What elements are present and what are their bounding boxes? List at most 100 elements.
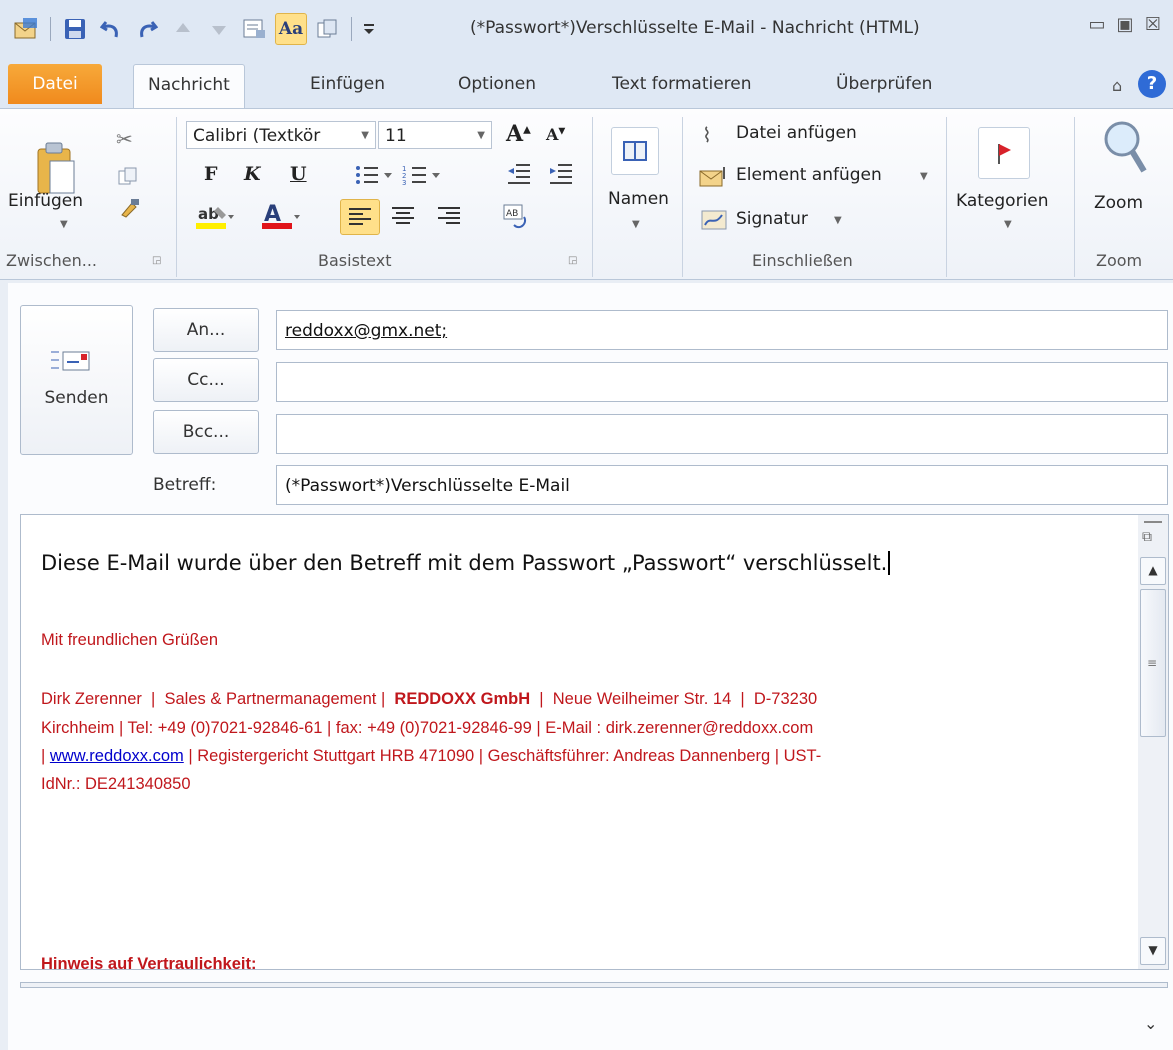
expand-people-pane-icon[interactable]: ⌄ <box>1144 1014 1157 1033</box>
font-name-dropdown-icon[interactable]: ▼ <box>361 122 369 148</box>
svg-text:AB: AB <box>506 209 518 219</box>
underline-button[interactable]: U <box>290 163 307 185</box>
copy-icon[interactable] <box>118 167 138 191</box>
zoom-icon[interactable] <box>1100 117 1148 181</box>
split-handle[interactable] <box>1144 521 1162 523</box>
scroll-down-button[interactable]: ▼ <box>1140 937 1166 965</box>
highlight-color-icon[interactable]: ab <box>196 201 236 235</box>
font-styles-icon[interactable]: Aa <box>275 13 307 45</box>
basictext-launcher-icon[interactable]: ◲ <box>568 255 577 266</box>
minimize-ribbon-icon[interactable]: ⌂ <box>1112 76 1122 95</box>
ribbon: Einfügen ▼ ✂ Zwischen... ◲ Calibri (Text… <box>0 108 1173 280</box>
categories-button[interactable]: Kategorien <box>956 191 1049 211</box>
bold-button[interactable]: F <box>204 163 218 185</box>
attach-file-button[interactable]: Datei anfügen <box>736 123 857 143</box>
group-zoom-label: Zoom <box>1096 251 1143 270</box>
maximize-icon[interactable]: ▣ <box>1112 14 1138 35</box>
minimize-icon[interactable]: ▭ <box>1084 14 1110 35</box>
align-center-icon[interactable] <box>384 199 422 237</box>
clear-formatting-icon[interactable]: AB <box>502 203 532 235</box>
undo-icon[interactable] <box>95 13 127 45</box>
to-field[interactable]: reddoxx@gmx.net; <box>276 310 1168 350</box>
close-icon[interactable]: ☒ <box>1140 14 1166 35</box>
to-recipient[interactable]: reddoxx@gmx.net; <box>285 321 447 341</box>
signature-button[interactable]: Signatur <box>736 209 808 229</box>
categories-dropdown-icon[interactable]: ▼ <box>1004 219 1012 230</box>
signature-line-2: Kirchheim | Tel: +49 (0)7021-92846-61 | … <box>41 719 814 737</box>
tab-nachricht[interactable]: Nachricht <box>133 64 245 111</box>
attach-item-dropdown-icon[interactable]: ▼ <box>920 171 928 182</box>
window-title: (*Passwort*)Verschlüsselte E-Mail - Nach… <box>470 18 920 38</box>
bullets-icon[interactable] <box>354 163 396 191</box>
body-scrollbar[interactable]: ⧉ ▲ ≡ ▼ <box>1138 514 1169 970</box>
people-pane-splitter[interactable] <box>20 982 1168 988</box>
align-left-button[interactable] <box>340 199 380 235</box>
form-icon[interactable] <box>239 13 271 45</box>
previous-item-icon[interactable] <box>167 13 199 45</box>
scroll-thumb[interactable]: ≡ <box>1140 589 1166 737</box>
cc-button[interactable]: Cc... <box>153 358 259 402</box>
address-book-icon[interactable] <box>611 127 659 175</box>
subject-field[interactable]: (*Passwort*)Verschlüsselte E-Mail <box>276 465 1168 505</box>
tab-datei[interactable]: Datei <box>8 64 102 104</box>
font-color-icon[interactable]: A <box>262 201 304 235</box>
scroll-up-button[interactable]: ▲ <box>1140 557 1166 585</box>
attach-item-button[interactable]: Element anfügen <box>736 165 882 185</box>
clipboard-launcher-icon[interactable]: ◲ <box>152 255 161 266</box>
send-label: Senden <box>44 388 109 408</box>
paste-dropdown-icon[interactable]: ▼ <box>60 219 68 230</box>
signature-dropdown-icon[interactable]: ▼ <box>834 215 842 226</box>
signature-line-3: | www.reddoxx.com | Registergericht Stut… <box>41 747 822 765</box>
attach-item-icon[interactable] <box>698 165 730 193</box>
copy-format-icon[interactable] <box>311 13 343 45</box>
bcc-field[interactable] <box>276 414 1168 454</box>
body-greeting: Mit freundlichen Grüßen <box>41 631 218 649</box>
cc-field[interactable] <box>276 362 1168 402</box>
zoom-button[interactable]: Zoom <box>1094 193 1143 213</box>
tab-text-formatieren[interactable]: Text formatieren <box>598 64 766 104</box>
italic-button[interactable]: K <box>244 163 261 185</box>
body-intro: Diese E-Mail wurde über den Betreff mit … <box>41 551 898 575</box>
tab-einfuegen[interactable]: Einfügen <box>296 64 399 104</box>
signature-icon[interactable] <box>700 207 730 235</box>
send-button[interactable]: Senden <box>20 305 133 455</box>
next-item-icon[interactable] <box>203 13 235 45</box>
names-dropdown-icon[interactable]: ▼ <box>632 219 640 230</box>
paperclip-icon[interactable]: ⌇ <box>702 123 712 147</box>
font-size-combo[interactable]: 11 ▼ <box>378 121 492 149</box>
message-body[interactable]: Diese E-Mail wurde über den Betreff mit … <box>20 514 1140 970</box>
to-button[interactable]: An... <box>153 308 259 352</box>
increase-indent-icon[interactable] <box>548 161 574 189</box>
font-name-combo[interactable]: Calibri (Textkör ▼ <box>186 121 376 149</box>
format-painter-icon[interactable] <box>118 197 140 223</box>
names-button[interactable]: Namen <box>608 189 669 209</box>
subject-label: Betreff: <box>153 475 217 495</box>
redo-icon[interactable] <box>131 13 163 45</box>
group-basictext-label: Basistext <box>318 251 392 270</box>
align-right-icon[interactable] <box>430 199 468 237</box>
view-toggle-icon[interactable]: ⧉ <box>1142 529 1152 545</box>
paste-button[interactable]: Einfügen <box>8 191 83 211</box>
save-icon[interactable] <box>59 13 91 45</box>
app-icon[interactable] <box>10 13 42 45</box>
grow-font-icon[interactable]: A▲ <box>506 121 531 147</box>
font-name-value: Calibri (Textkör <box>193 126 321 146</box>
customize-toolbar-icon[interactable] <box>360 13 378 45</box>
cut-icon[interactable]: ✂ <box>116 127 133 151</box>
font-size-dropdown-icon[interactable]: ▼ <box>477 122 485 148</box>
confidentiality-heading: Hinweis auf Vertraulichkeit: <box>41 955 257 970</box>
group-clipboard-label: Zwischen... <box>6 251 98 270</box>
font-size-value: 11 <box>385 126 407 146</box>
tab-optionen[interactable]: Optionen <box>444 64 550 104</box>
shrink-font-icon[interactable]: A▼ <box>546 125 565 144</box>
bcc-button[interactable]: Bcc... <box>153 410 259 454</box>
website-link[interactable]: www.reddoxx.com <box>50 747 184 765</box>
decrease-indent-icon[interactable] <box>506 161 532 189</box>
signature-line-1: Dirk Zerenner | Sales & Partnermanagemen… <box>41 690 818 708</box>
quick-access-toolbar: Aa <box>10 12 378 46</box>
numbering-icon[interactable]: 123 <box>402 163 444 191</box>
svg-text:ab: ab <box>198 205 219 223</box>
help-icon[interactable]: ? <box>1138 70 1166 98</box>
categories-icon[interactable] <box>978 127 1030 179</box>
tab-ueberpruefen[interactable]: Überprüfen <box>822 64 946 104</box>
